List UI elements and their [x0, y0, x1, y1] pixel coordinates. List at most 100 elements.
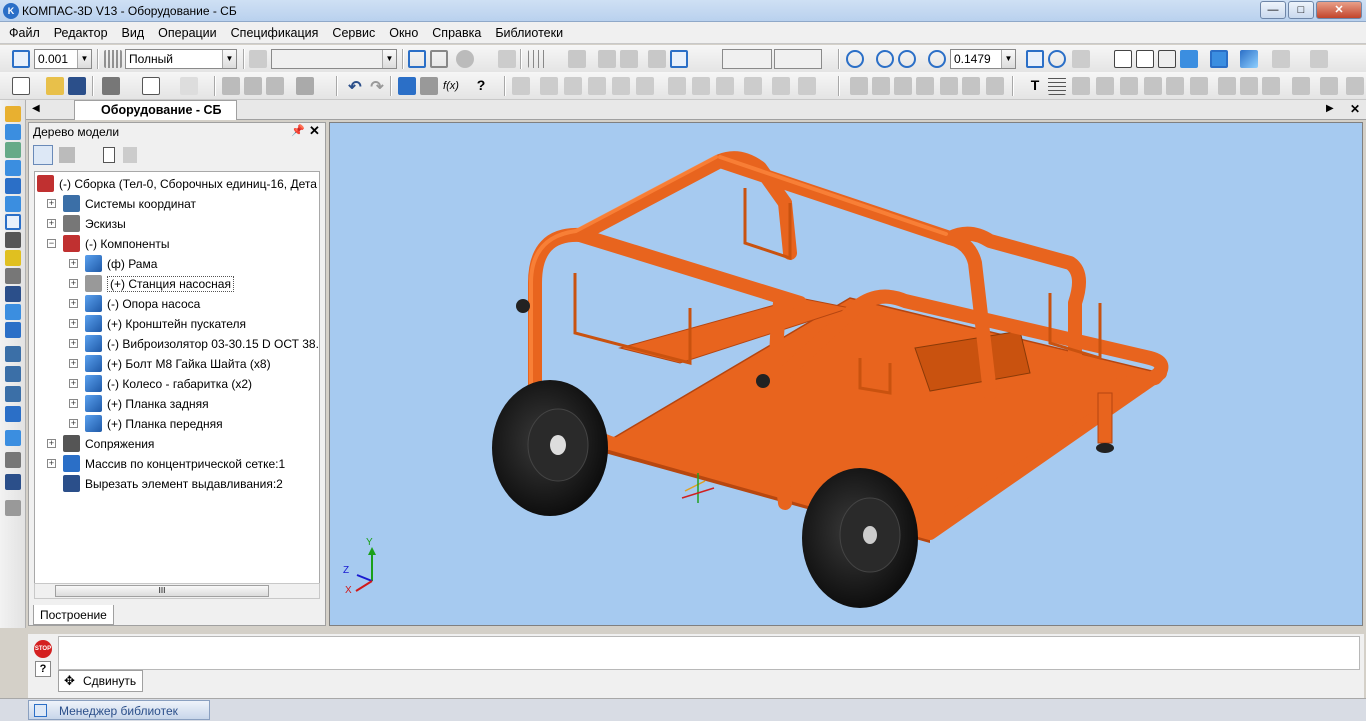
panel-close-icon[interactable]: ✕	[309, 123, 320, 139]
help-icon[interactable]: ?	[35, 661, 51, 677]
library-manager-tab[interactable]: Менеджер библиотек	[28, 700, 210, 720]
menu-specification[interactable]: Спецификация	[224, 22, 326, 44]
table-icon[interactable]	[1048, 77, 1066, 95]
spec-icon[interactable]	[5, 268, 21, 284]
menu-operations[interactable]: Операции	[151, 22, 223, 44]
minimize-button[interactable]: —	[1260, 1, 1286, 19]
filter-icon[interactable]	[408, 50, 426, 68]
maximize-button[interactable]: □	[1288, 1, 1314, 19]
cut-icon[interactable]	[222, 77, 240, 95]
tree-item[interactable]: + Массив по концентрической сетке:1	[35, 454, 315, 474]
tool-j-icon[interactable]	[744, 77, 762, 95]
expand-icon[interactable]: +	[69, 259, 78, 268]
tree-item[interactable]: + (-) Колесо - габаритка (x2)	[35, 374, 315, 394]
tab-close-icon[interactable]: ✕	[1350, 102, 1360, 116]
expand-icon[interactable]: +	[69, 379, 78, 388]
menu-help[interactable]: Справка	[425, 22, 488, 44]
diameter-icon[interactable]	[894, 77, 912, 95]
open-file-icon[interactable]	[46, 77, 64, 95]
parametrization-icon[interactable]	[5, 406, 21, 422]
expand-icon[interactable]: +	[47, 219, 56, 228]
tool-k-icon[interactable]	[772, 77, 790, 95]
tool-a-icon[interactable]	[512, 77, 530, 95]
variables-icon[interactable]: f(x)	[442, 77, 460, 95]
wireframe-icon[interactable]	[1114, 50, 1132, 68]
menu-view[interactable]: Вид	[115, 22, 152, 44]
layer-combo[interactable]: ▼	[271, 49, 397, 69]
thin-lines-icon[interactable]	[1158, 50, 1176, 68]
save-icon[interactable]	[68, 77, 86, 95]
scroll-thumb[interactable]: III	[55, 585, 269, 597]
format-painter-icon[interactable]	[296, 77, 314, 95]
zoom-window-icon[interactable]	[846, 50, 864, 68]
chevron-down-icon[interactable]: ▼	[382, 50, 396, 68]
step-combo[interactable]: 0.001 ▼	[34, 49, 92, 69]
orientation-icon[interactable]	[1072, 50, 1090, 68]
radius-icon[interactable]	[916, 77, 934, 95]
zoom-in-icon[interactable]	[876, 50, 894, 68]
cable-icon[interactable]	[5, 452, 21, 468]
expand-icon[interactable]: +	[69, 339, 78, 348]
tree-hscrollbar[interactable]: III	[34, 583, 320, 599]
measure-icon[interactable]	[498, 50, 516, 68]
auxiliary-geometry-icon[interactable]	[5, 196, 21, 212]
close-button[interactable]: ✕	[1316, 1, 1362, 19]
context-help-icon[interactable]: ?	[472, 77, 490, 95]
surfaces-icon[interactable]	[5, 160, 21, 176]
rotate-icon[interactable]	[1048, 50, 1066, 68]
tree-item[interactable]: + Эскизы	[35, 214, 315, 234]
piping-icon[interactable]	[5, 430, 21, 446]
tree-doc-icon[interactable]	[103, 147, 115, 163]
symbol-a-icon[interactable]	[1218, 77, 1236, 95]
print-icon[interactable]	[102, 77, 120, 95]
pan-icon[interactable]	[1026, 50, 1044, 68]
tree-structure-icon[interactable]	[33, 145, 53, 165]
x-coord-field[interactable]	[722, 49, 772, 69]
menu-file[interactable]: Файл	[2, 22, 47, 44]
tool-b-icon[interactable]	[540, 77, 558, 95]
chevron-down-icon[interactable]: ▼	[222, 50, 236, 68]
tree-item[interactable]: + Сопряжения	[35, 434, 315, 454]
mark-icon[interactable]	[1190, 77, 1208, 95]
grid-icon[interactable]	[528, 50, 546, 68]
filters-icon[interactable]	[5, 250, 21, 266]
local-cs-icon[interactable]	[620, 50, 638, 68]
tree-item[interactable]: + (+) Болт М8 Гайка Шайта (x8)	[35, 354, 315, 374]
expand-icon[interactable]: +	[69, 359, 78, 368]
tab-scroll-right-icon[interactable]: ▶	[1326, 103, 1334, 114]
expand-icon[interactable]: +	[47, 199, 56, 208]
arc-dim-icon[interactable]	[986, 77, 1004, 95]
curves-icon[interactable]	[5, 142, 21, 158]
tab-build[interactable]: Построение	[33, 605, 114, 625]
angle-icon[interactable]	[648, 50, 666, 68]
add-component-icon[interactable]	[5, 124, 21, 140]
pan-command-button[interactable]: ✥ Сдвинуть	[58, 670, 144, 692]
tool-h-icon[interactable]	[692, 77, 710, 95]
arrays-icon[interactable]	[5, 178, 21, 194]
linear-dim-icon[interactable]	[940, 77, 958, 95]
zoom-scale-icon[interactable]	[928, 50, 946, 68]
expand-icon[interactable]: +	[47, 439, 56, 448]
chevron-down-icon[interactable]: ▼	[77, 50, 91, 68]
reports-icon[interactable]	[5, 286, 21, 302]
dimensions-tool-icon[interactable]	[5, 346, 21, 362]
expand-icon[interactable]: +	[69, 419, 78, 428]
menu-window[interactable]: Окно	[382, 22, 425, 44]
undo-icon[interactable]: ↶	[346, 77, 364, 96]
tolerance-icon[interactable]	[1144, 77, 1162, 95]
tree-item[interactable]: Вырезать элемент выдавливания:2	[35, 474, 315, 494]
menu-libraries[interactable]: Библиотеки	[488, 22, 570, 44]
tree-item[interactable]: + (+) Планка задняя	[35, 394, 315, 414]
coords-icon[interactable]	[598, 50, 616, 68]
chamfer-dim-icon[interactable]	[962, 77, 980, 95]
chevron-down-icon[interactable]: ▼	[1001, 50, 1015, 68]
menu-service[interactable]: Сервис	[325, 22, 382, 44]
paste-icon[interactable]	[266, 77, 284, 95]
symbol-c-icon[interactable]	[1262, 77, 1280, 95]
notation-icon[interactable]	[5, 366, 21, 382]
model-viewport[interactable]: Y Z X	[329, 122, 1363, 626]
tree-item[interactable]: + (-) Опора насоса	[35, 294, 315, 314]
menu-editor[interactable]: Редактор	[47, 22, 115, 44]
expand-icon[interactable]: +	[69, 299, 78, 308]
edit-component-icon[interactable]	[5, 106, 21, 122]
